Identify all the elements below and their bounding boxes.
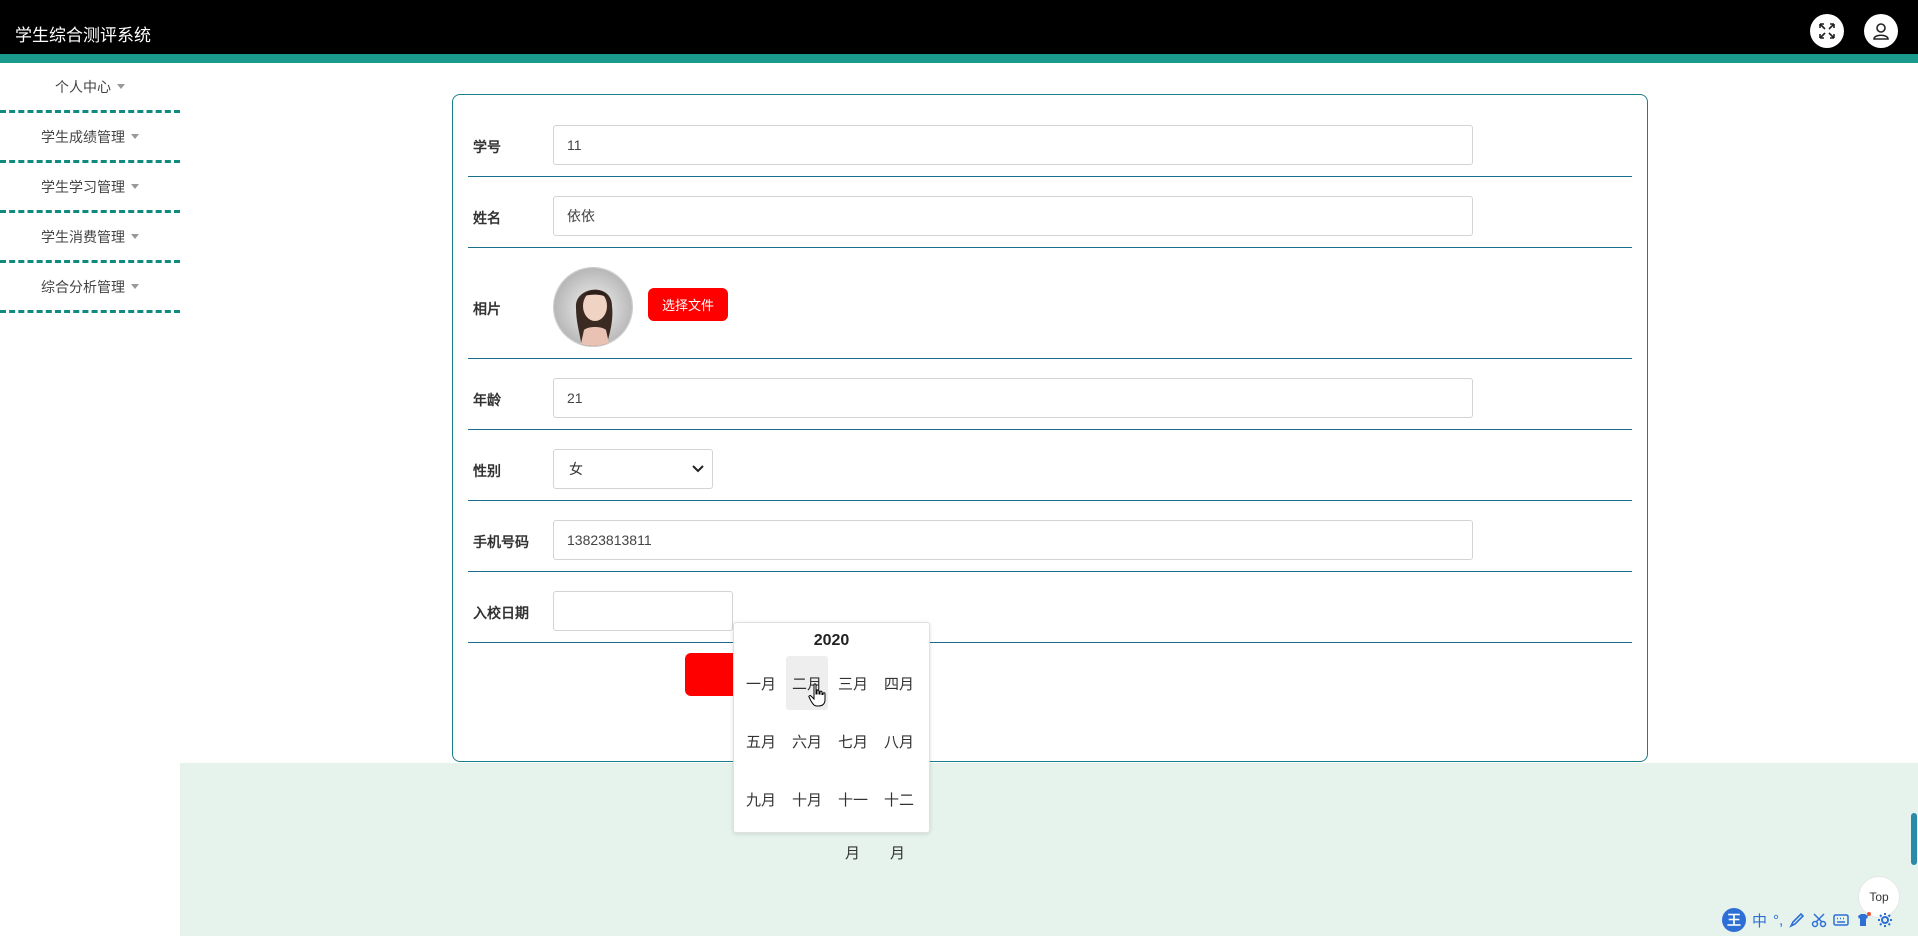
phone-input[interactable]: 13823813811: [553, 520, 1473, 560]
ime-mode-toggle[interactable]: 中: [1752, 910, 1767, 931]
name-label: 姓名: [473, 210, 501, 226]
form-row-enroll-date: 入校日期: [468, 571, 1632, 643]
sidebar-item-label: 个人中心: [55, 78, 111, 95]
age-input[interactable]: 21: [553, 378, 1473, 418]
form-row-name: 姓名 依依: [468, 176, 1632, 248]
footer-area: [180, 763, 1918, 936]
sidebar-item-label: 学生消费管理: [41, 228, 125, 245]
fullscreen-icon: [1819, 23, 1835, 39]
caret-down-icon: [131, 134, 139, 139]
hand-pointer-icon: [808, 683, 826, 707]
enroll-date-label: 入校日期: [473, 605, 529, 621]
caret-down-icon: [131, 234, 139, 239]
month-overflow-text: 月: [890, 845, 906, 862]
gender-select[interactable]: 女: [553, 449, 713, 489]
month-option[interactable]: 三月: [832, 656, 874, 710]
phone-label: 手机号码: [473, 534, 529, 550]
gear-icon[interactable]: [1877, 912, 1893, 928]
top-header: 学生综合测评系统: [0, 0, 1918, 63]
student-id-label: 学号: [473, 139, 501, 155]
student-id-input[interactable]: 11: [553, 125, 1473, 165]
month-option[interactable]: 五月: [740, 714, 782, 768]
month-option[interactable]: 四月: [878, 656, 920, 710]
form-row-gender: 性别 女: [468, 429, 1632, 501]
month-option[interactable]: 十一: [832, 772, 874, 826]
month-option[interactable]: 一月: [740, 656, 782, 710]
skin-icon[interactable]: [1855, 912, 1872, 928]
enroll-date-input[interactable]: [553, 591, 733, 631]
choose-file-button[interactable]: 选择文件: [648, 288, 728, 321]
scroll-indicator[interactable]: [1911, 813, 1917, 865]
form-row-student-id: 学号 11: [468, 95, 1632, 177]
caret-down-icon: [131, 284, 139, 289]
avatar-photo: [554, 268, 632, 346]
gender-select-value: 女: [569, 461, 583, 477]
ime-logo-icon[interactable]: 王: [1722, 908, 1746, 932]
form-row-age: 年龄 21: [468, 358, 1632, 430]
name-input[interactable]: 依依: [553, 196, 1473, 236]
sidebar-item-label: 学生学习管理: [41, 178, 125, 195]
month-option[interactable]: 十二: [878, 772, 920, 826]
caret-down-icon: [117, 84, 125, 89]
caret-down-icon: [131, 184, 139, 189]
photo-label: 相片: [473, 301, 501, 317]
chevron-down-icon: [692, 465, 704, 473]
sidebar-menu: 个人中心 学生成绩管理 学生学习管理 学生消费管理 综合分析管理: [0, 63, 180, 313]
sidebar-item-personal-center[interactable]: 个人中心: [0, 63, 180, 113]
age-label: 年龄: [473, 392, 501, 408]
punctuation-icon[interactable]: °,: [1773, 912, 1783, 929]
scissors-icon[interactable]: [1811, 912, 1827, 928]
sidebar-item-analysis[interactable]: 综合分析管理: [0, 263, 180, 313]
app-title: 学生综合测评系统: [15, 26, 151, 45]
submit-button[interactable]: [685, 653, 735, 696]
ime-toolbar: 王 中 °,: [1722, 907, 1893, 933]
gender-label: 性别: [473, 463, 501, 479]
user-icon: [1873, 23, 1889, 40]
student-form-card: 学号 11 姓名 依依 相片 选择文件 年龄 21 性别 女 手机号码 1382…: [452, 94, 1648, 762]
fullscreen-button[interactable]: [1810, 14, 1844, 48]
picker-year: 2020: [813, 632, 850, 649]
sidebar-item-consumption[interactable]: 学生消费管理: [0, 213, 180, 263]
avatar: [553, 267, 633, 347]
sidebar-item-grades[interactable]: 学生成绩管理: [0, 113, 180, 163]
month-option[interactable]: 九月: [740, 772, 782, 826]
form-row-phone: 手机号码 13823813811: [468, 500, 1632, 572]
keyboard-icon[interactable]: [1833, 912, 1849, 928]
pen-icon[interactable]: [1789, 912, 1805, 928]
month-option[interactable]: 七月: [832, 714, 874, 768]
month-option[interactable]: 八月: [878, 714, 920, 768]
sidebar-item-label: 综合分析管理: [41, 278, 125, 295]
month-picker: 2020 一月 二月 三月 四月 五月 六月 七月 八月 九月 十月 十一 十二: [733, 622, 930, 833]
form-row-photo: 相片 选择文件: [468, 247, 1632, 359]
month-option[interactable]: 十月: [786, 772, 828, 826]
sidebar-item-label: 学生成绩管理: [41, 128, 125, 145]
user-button[interactable]: [1864, 14, 1898, 48]
month-option[interactable]: 六月: [786, 714, 828, 768]
month-overflow-text: 月: [845, 845, 861, 862]
sidebar-item-study[interactable]: 学生学习管理: [0, 163, 180, 213]
